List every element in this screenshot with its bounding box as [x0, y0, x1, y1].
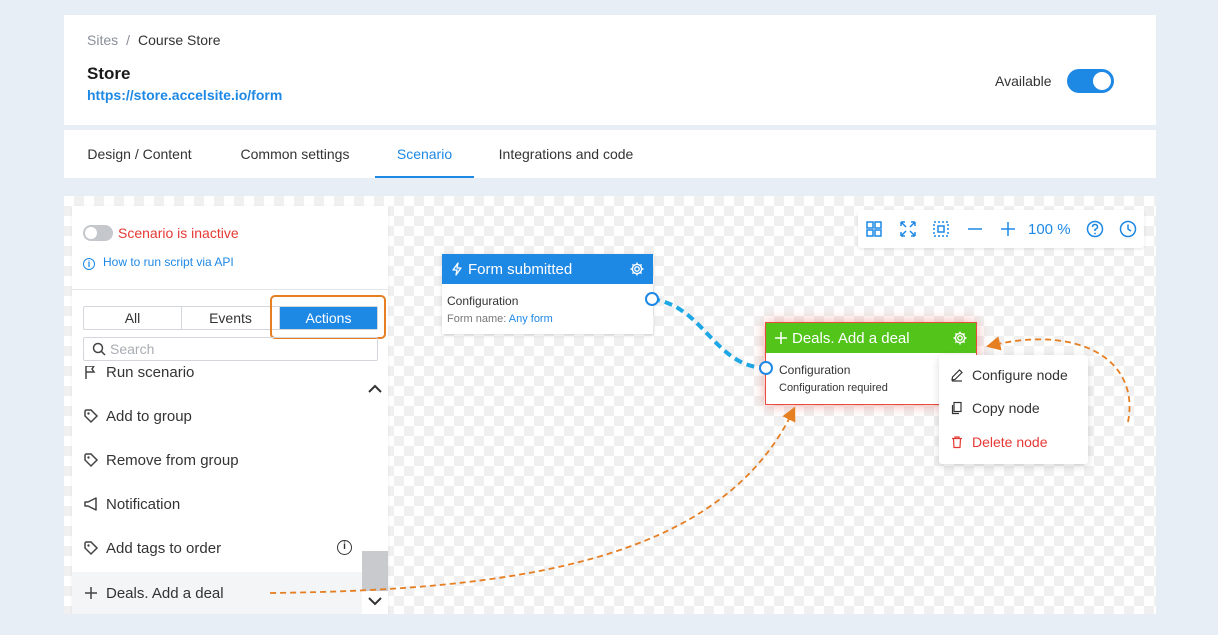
lightning-icon — [452, 262, 462, 276]
plus-icon — [775, 332, 787, 344]
node-title: Deals. Add a deal — [792, 330, 910, 347]
scenario-canvas[interactable]: Scenario is inactive i How to run script … — [64, 196, 1156, 614]
node-title: Form submitted — [468, 261, 573, 278]
availability-toggle[interactable] — [1067, 69, 1114, 93]
gear-icon[interactable] — [629, 261, 645, 277]
menu-item-label: Copy node — [972, 400, 1040, 416]
menu-item-label: Configure node — [972, 367, 1068, 383]
toggle-knob — [1093, 72, 1111, 90]
output-port[interactable] — [645, 292, 659, 306]
breadcrumb-separator: / — [126, 32, 131, 48]
copy-icon — [951, 401, 962, 415]
node-header[interactable]: Deals. Add a deal — [766, 323, 976, 353]
node-config-label: Configuration — [447, 294, 519, 308]
breadcrumb: Sites / Course Store — [87, 32, 221, 48]
site-header: Sites / Course Store Store https://store.a… — [64, 15, 1156, 125]
tab-design-content[interactable]: Design / Content — [64, 130, 215, 178]
configure-node-menu-item[interactable]: Configure node — [939, 361, 1088, 391]
trash-icon — [952, 436, 962, 449]
node-context-menu: Configure node Copy node Delete node — [939, 355, 1088, 464]
delete-node-menu-item[interactable]: Delete node — [939, 428, 1088, 458]
settings-tabs: Design / Content Common settings Scenari… — [64, 130, 1156, 178]
pencil-icon — [951, 369, 963, 382]
node-config-detail: Configuration required — [779, 382, 888, 394]
form-submitted-node[interactable]: Form submitted Configuration Form name: … — [442, 254, 653, 334]
tab-common-settings[interactable]: Common settings — [215, 130, 375, 178]
availability-label: Available — [995, 73, 1052, 89]
copy-node-menu-item[interactable]: Copy node — [939, 394, 1088, 424]
tab-scenario[interactable]: Scenario — [375, 130, 474, 178]
input-port[interactable] — [759, 361, 773, 375]
page-title: Store — [87, 64, 131, 83]
node-config-detail: Form name: Any form — [447, 313, 553, 325]
tab-integrations-code[interactable]: Integrations and code — [474, 130, 658, 178]
breadcrumb-root[interactable]: Sites — [87, 32, 118, 48]
form-name-value[interactable]: Any form — [509, 313, 553, 325]
form-name-label: Form name: — [447, 313, 507, 325]
node-config-label: Configuration — [779, 363, 851, 377]
node-header[interactable]: Form submitted — [442, 254, 653, 284]
site-url-link[interactable]: https://store.accelsite.io/form — [87, 87, 282, 103]
menu-item-label: Delete node — [972, 434, 1048, 450]
breadcrumb-current: Course Store — [138, 32, 221, 48]
gear-icon[interactable] — [952, 330, 968, 346]
